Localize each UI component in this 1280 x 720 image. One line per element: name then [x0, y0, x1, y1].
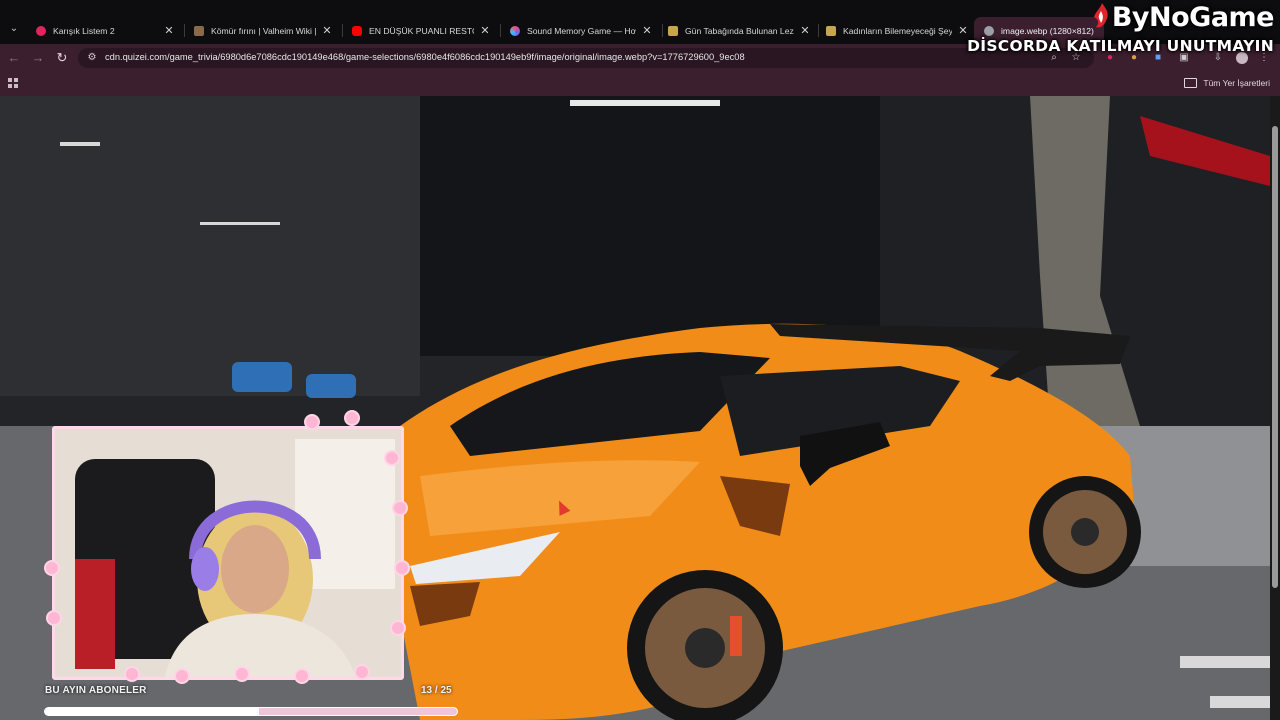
close-tab-icon[interactable]: ✕	[322, 24, 332, 37]
brand-logo: ByNoGame	[967, 2, 1275, 33]
favicon-icon	[36, 25, 46, 36]
blossom-decoration	[394, 502, 406, 514]
reload-icon[interactable]: ↻	[54, 50, 70, 66]
forward-icon[interactable]: →	[30, 50, 46, 66]
webcam-feed	[55, 429, 401, 677]
site-info-icon[interactable]: ⚙	[86, 52, 98, 64]
tab-youtube-restoran[interactable]: EN DÜŞÜK PUANLI RESTORAN ✕	[342, 17, 496, 44]
close-tab-icon[interactable]: ✕	[164, 24, 174, 37]
blossom-decoration	[392, 622, 404, 634]
tab-valheim-wiki[interactable]: Kömür fırını | Valheim Wiki | Ha ✕	[184, 17, 338, 44]
subscribers-progress-fill	[45, 708, 260, 715]
favicon-icon	[668, 25, 678, 36]
subscribers-goal-count: 13 / 25	[421, 685, 452, 696]
scrollbar-thumb[interactable]	[1272, 126, 1278, 588]
blossom-decoration	[306, 416, 318, 428]
blossom-decoration	[236, 668, 248, 680]
subscribers-goal-label: BU AYIN ABONELER	[45, 685, 147, 696]
discord-reminder-text: DİSCORDA KATILMAYI UNUTMAYIN	[967, 37, 1274, 55]
tab-karisik-listem[interactable]: Karışık Listem 2 ✕	[26, 17, 180, 44]
tab-kadinlarin[interactable]: Kadınların Bilemeyeceği Şeyler ✕	[816, 17, 974, 44]
blossom-decoration	[356, 666, 368, 678]
url-text[interactable]: cdn.quizei.com/game_trivia/6980d6e7086cd…	[105, 52, 745, 62]
blossom-decoration	[126, 668, 138, 680]
subscribers-progress-bar	[44, 707, 458, 716]
close-tab-icon[interactable]: ✕	[642, 24, 652, 37]
close-tab-icon[interactable]: ✕	[480, 24, 490, 37]
webcam-frame	[52, 426, 404, 680]
blossom-decoration	[176, 670, 188, 682]
stream-brand-overlay: ByNoGame DİSCORDA KATILMAYI UNUTMAYIN	[967, 2, 1274, 55]
tab-search-chevron-icon[interactable]: ⌄	[6, 21, 22, 37]
blossom-decoration	[396, 562, 408, 574]
blossom-decoration	[48, 612, 60, 624]
youtube-icon	[352, 25, 362, 36]
blossom-decoration	[296, 670, 308, 682]
folder-icon	[1184, 78, 1198, 88]
bookmarks-bar	[0, 72, 1280, 96]
favicon-icon	[194, 25, 204, 36]
close-tab-icon[interactable]: ✕	[800, 24, 810, 37]
tab-gun-tabagi[interactable]: Gün Tabağında Bulunan Lezzet ✕	[658, 17, 816, 44]
back-icon[interactable]: ←	[6, 50, 22, 66]
tab-sound-memory-game[interactable]: Sound Memory Game — How ✕	[500, 17, 658, 44]
apps-grid-icon[interactable]	[8, 78, 19, 89]
webcam-overlay	[46, 412, 410, 686]
flame-icon	[1093, 3, 1108, 28]
favicon-icon	[826, 25, 836, 36]
all-bookmarks-button[interactable]: Tüm Yer İşaretleri	[1184, 78, 1270, 88]
blossom-decoration	[386, 452, 398, 464]
favicon-icon	[510, 25, 520, 36]
blossom-decoration	[346, 412, 358, 424]
blossom-decoration	[46, 562, 58, 574]
